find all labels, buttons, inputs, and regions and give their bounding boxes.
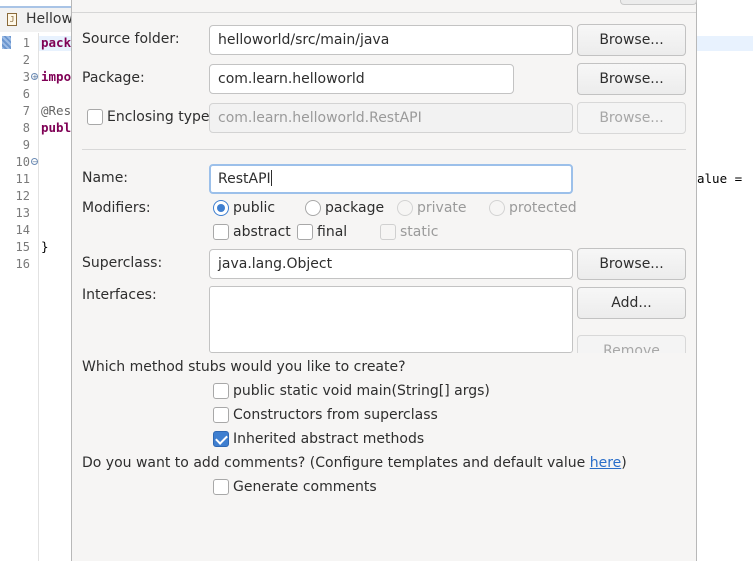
enclosing-type-browse-button: Browse... xyxy=(577,102,686,134)
enclosing-type-label: Enclosing type: xyxy=(107,109,215,125)
inherited-methods-label: Inherited abstract methods xyxy=(233,431,425,447)
superclass-browse-button[interactable]: Browse... xyxy=(577,248,686,280)
line-number: 16 xyxy=(15,257,30,271)
code-annotation: @Res xyxy=(41,103,72,118)
protected-radio xyxy=(489,200,505,216)
line-number: 12 xyxy=(15,189,30,203)
new-class-dialog: Source folder: helloworld/src/main/java … xyxy=(71,0,697,561)
line-number: 7 xyxy=(22,104,30,118)
fold-collapse-icon[interactable]: − xyxy=(31,158,38,166)
name-input[interactable]: RestAPI xyxy=(209,164,573,194)
comments-question-end: ) xyxy=(621,455,627,471)
package-label: Package: xyxy=(82,70,145,86)
name-label: Name: xyxy=(82,170,129,186)
constructors-label: Constructors from superclass xyxy=(233,407,438,423)
method-stubs-question: Which method stubs would you like to cre… xyxy=(82,359,406,375)
static-label: static xyxy=(400,224,439,240)
superclass-label: Superclass: xyxy=(82,255,163,271)
fold-expand-icon[interactable]: + xyxy=(31,73,38,81)
code-fragment: alue = xyxy=(697,171,743,186)
interfaces-label: Interfaces: xyxy=(82,287,157,303)
public-label: public xyxy=(233,200,276,216)
line-number: 10 xyxy=(15,155,30,169)
line-number: 9 xyxy=(22,138,30,152)
line-number: 1 xyxy=(22,36,30,50)
enclosing-type-checkbox[interactable] xyxy=(87,109,103,125)
comments-question: Do you want to add comments? (Configure … xyxy=(82,455,627,471)
java-file-icon: J xyxy=(7,13,17,26)
dialog-divider xyxy=(72,12,696,13)
private-radio xyxy=(397,200,413,216)
enclosing-type-input: com.learn.helloworld.RestAPI xyxy=(209,103,573,133)
editor-ruler xyxy=(38,33,39,561)
package-modifier-label: package xyxy=(325,200,385,216)
code-keyword: publ xyxy=(41,120,72,135)
remove-interface-button-clip: Remove xyxy=(577,335,686,353)
editor-tab-title: Hellow xyxy=(26,11,73,27)
superclass-input[interactable]: java.lang.Object xyxy=(209,249,573,279)
final-label: final xyxy=(317,224,348,240)
package-browse-button[interactable]: Browse... xyxy=(577,63,686,95)
code-keyword: impo xyxy=(41,69,72,84)
abstract-label: abstract xyxy=(233,224,291,240)
editor-tab[interactable]: J Hellow xyxy=(0,6,80,32)
inherited-methods-checkbox[interactable] xyxy=(213,431,229,447)
protected-label: protected xyxy=(509,200,577,216)
source-folder-label: Source folder: xyxy=(82,31,180,47)
package-input[interactable]: com.learn.helloworld xyxy=(209,64,514,94)
text-caret xyxy=(270,170,272,186)
package-radio[interactable] xyxy=(305,200,321,216)
interfaces-list[interactable] xyxy=(209,286,573,353)
final-checkbox[interactable] xyxy=(297,224,313,240)
static-checkbox xyxy=(380,224,396,240)
line-number: 13 xyxy=(15,206,30,220)
public-radio[interactable] xyxy=(213,200,229,216)
modifiers-label: Modifiers: xyxy=(82,200,151,216)
source-folder-browse-button[interactable]: Browse... xyxy=(577,24,686,56)
dialog-header-button[interactable] xyxy=(620,0,697,5)
configure-templates-link[interactable]: here xyxy=(590,455,622,471)
line-number: 3 xyxy=(22,70,30,84)
main-method-checkbox[interactable] xyxy=(213,383,229,399)
line-number: 14 xyxy=(15,223,30,237)
code-keyword: pack xyxy=(41,35,72,50)
line-number: 8 xyxy=(22,121,30,135)
line-number: 2 xyxy=(22,53,30,67)
line-number: 15 xyxy=(15,240,30,254)
name-input-value: RestAPI xyxy=(218,171,271,187)
source-folder-input[interactable]: helloworld/src/main/java xyxy=(209,25,573,55)
line-number: 6 xyxy=(22,87,30,101)
section-separator xyxy=(82,149,686,150)
abstract-checkbox[interactable] xyxy=(213,224,229,240)
code-brace: } xyxy=(41,239,49,254)
add-interface-button[interactable]: Add... xyxy=(577,287,686,319)
private-label: private xyxy=(417,200,467,216)
comments-question-text: Do you want to add comments? (Configure … xyxy=(82,455,590,471)
line-number: 11 xyxy=(15,172,30,186)
constructors-checkbox[interactable] xyxy=(213,407,229,423)
generate-comments-checkbox[interactable] xyxy=(213,479,229,495)
main-method-label: public static void main(String[] args) xyxy=(233,383,490,399)
remove-interface-button: Remove xyxy=(577,335,686,353)
generate-comments-label: Generate comments xyxy=(233,479,377,495)
